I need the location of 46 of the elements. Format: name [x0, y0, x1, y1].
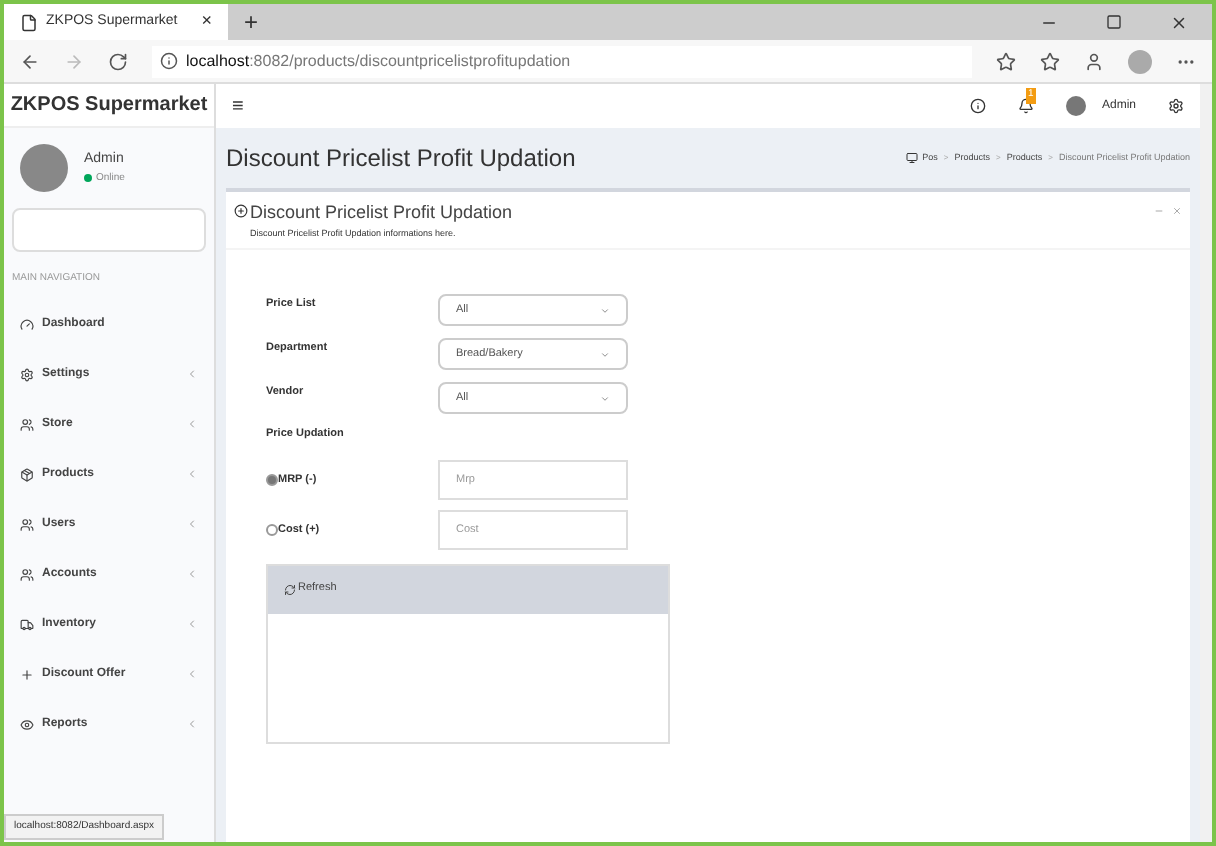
url-text: localhost:8082/products/discountpricelistprofitupdation [186, 49, 571, 73]
truck-icon [20, 617, 34, 631]
users-icon [20, 567, 34, 581]
gear-icon[interactable] [1168, 98, 1184, 114]
caret-icon [600, 305, 610, 316]
chevron-icon [186, 618, 198, 630]
chevron-icon [186, 418, 198, 430]
users-icon [20, 417, 34, 431]
panel-title: Discount Pricelist Profit Updation [250, 200, 515, 226]
eye-icon [20, 717, 34, 731]
radio-button[interactable] [266, 474, 278, 486]
gear-icon [20, 367, 34, 381]
info-icon [160, 52, 178, 70]
chevron-icon [186, 718, 198, 730]
page-title: Discount Pricelist Profit Updation [226, 142, 578, 176]
refresh-icon [284, 583, 296, 595]
gauge-icon [20, 317, 34, 331]
restore-icon[interactable] [1106, 14, 1122, 30]
chevron-icon [186, 668, 198, 680]
close-window-icon[interactable] [1170, 13, 1188, 31]
close-tab-button[interactable]: × [201, 8, 212, 36]
info-icon[interactable] [969, 98, 986, 114]
favorites-icon[interactable] [1040, 51, 1060, 71]
brand-name: ZKPOS Supermarket [10, 92, 208, 120]
new-tab-button[interactable]: + [228, 4, 275, 40]
plus-circle-icon [234, 204, 248, 218]
address-bar[interactable]: localhost:8082/products/discountpricelistprofitupdation [152, 45, 972, 77]
profile-icon[interactable] [1084, 51, 1104, 71]
caret-icon [600, 349, 610, 360]
reload-icon[interactable] [108, 51, 128, 71]
chevron-icon [186, 468, 198, 480]
menu-toggle[interactable]: ≡ [216, 91, 260, 121]
box-icon [20, 467, 34, 481]
page-icon [20, 13, 38, 31]
chevron-icon [186, 518, 198, 530]
chevron-icon [186, 568, 198, 580]
back-icon[interactable] [20, 51, 40, 71]
users-icon [20, 517, 34, 531]
radio-button[interactable] [266, 524, 278, 536]
search-field[interactable] [12, 208, 206, 252]
bell-icon[interactable] [1017, 98, 1034, 114]
star-icon[interactable] [996, 51, 1016, 71]
plus-icon [20, 667, 34, 681]
monitor-icon [906, 152, 919, 164]
chevron-icon [186, 368, 198, 380]
caret-icon [600, 393, 610, 404]
